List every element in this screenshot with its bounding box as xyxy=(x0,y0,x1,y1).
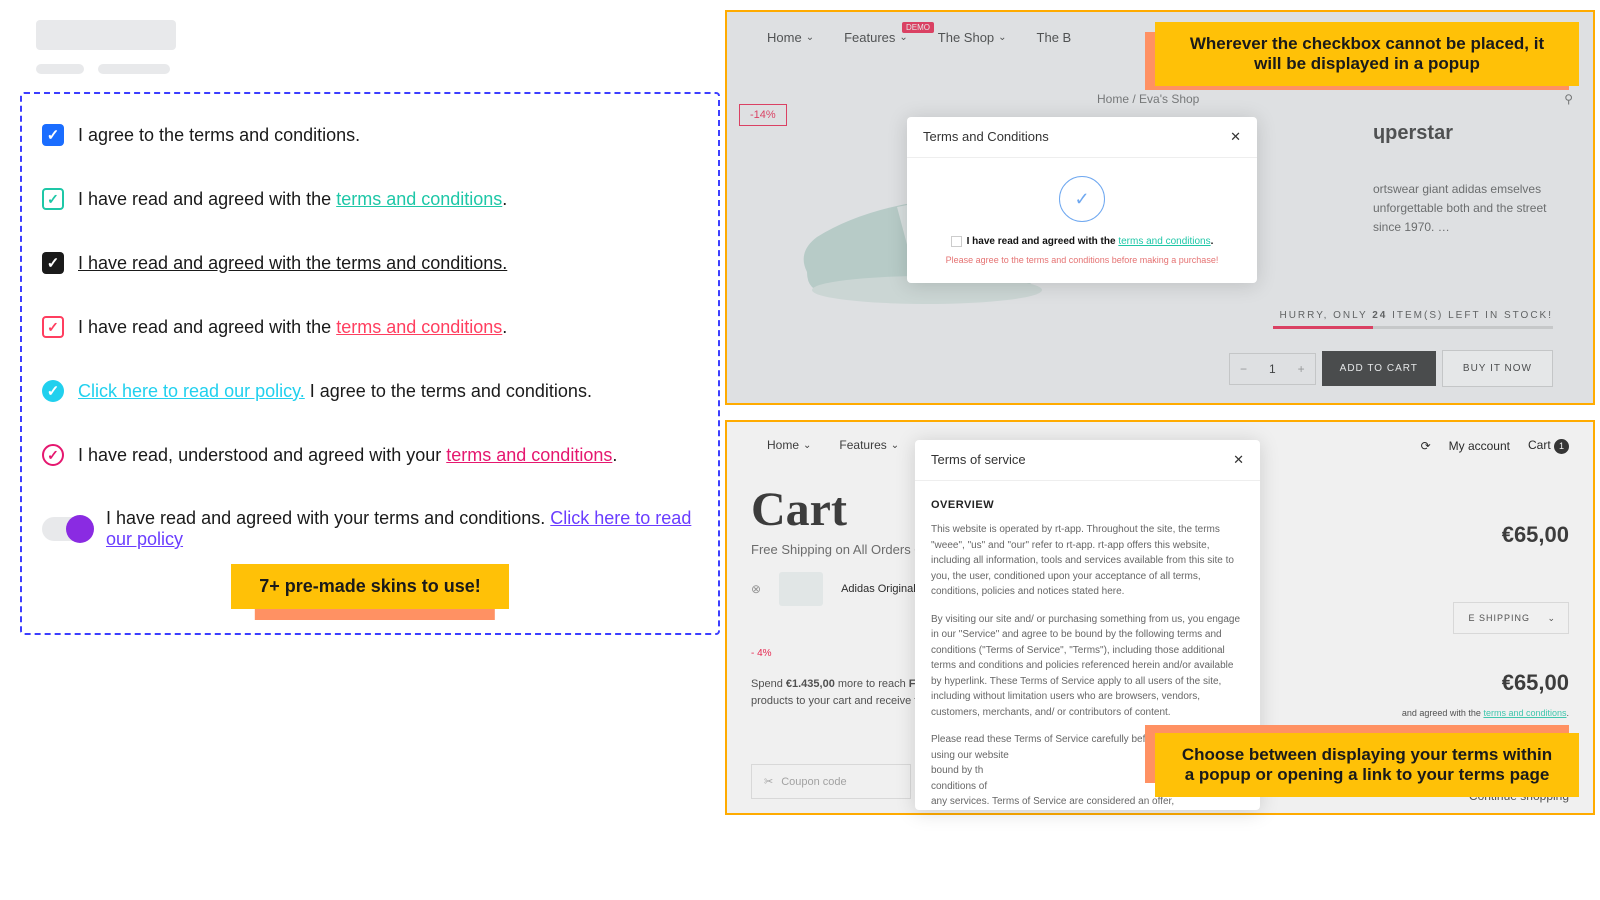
checkbox-teal[interactable] xyxy=(42,188,64,210)
policy-link[interactable]: Click here to read our policy. xyxy=(78,381,305,401)
annotation-top: Wherever the checkbox cannot be placed, … xyxy=(1155,22,1579,86)
toggle-switch[interactable] xyxy=(42,517,92,541)
close-icon[interactable]: ✕ xyxy=(1230,129,1241,145)
popup-title: Terms of service xyxy=(931,452,1026,468)
terms-link[interactable]: terms and conditions xyxy=(336,189,502,209)
screenshot-terms-popup: Home Features The Sh ⟳ My account Cart 1… xyxy=(725,420,1595,815)
placeholder-lines xyxy=(36,64,720,74)
skin-text: I have read, understood and agreed with … xyxy=(78,445,617,466)
skin-text: I agree to the terms and conditions. xyxy=(78,125,360,146)
screenshot-popup-demo: Home Features The Shop The B DEMO Home /… xyxy=(725,10,1595,405)
checkbox-cyan-round[interactable] xyxy=(42,380,64,402)
popup-error: Please agree to the terms and conditions… xyxy=(925,255,1239,265)
checkbox-magenta-ring[interactable] xyxy=(42,444,64,466)
skin-text: I have read and agreed with the terms an… xyxy=(78,253,507,274)
popup-checkbox[interactable] xyxy=(951,236,962,247)
callout-skins: 7+ pre-made skins to use! xyxy=(231,564,509,609)
skin-text: Click here to read our policy. I agree t… xyxy=(78,381,592,402)
checkbox-red[interactable] xyxy=(42,316,64,338)
terms-popup: Terms and Conditions ✕ ✓ I have read and… xyxy=(907,117,1257,283)
terms-link[interactable]: terms and conditions xyxy=(446,445,612,465)
popup-title: Terms and Conditions xyxy=(923,129,1049,145)
skin-text: I have read and agreed with the terms an… xyxy=(78,317,507,338)
skin-text: I have read and agreed with your terms a… xyxy=(106,508,698,550)
popup-cb-text: I have read and agreed with the terms an… xyxy=(967,236,1214,247)
close-icon[interactable]: ✕ xyxy=(1233,452,1244,468)
checkbox-black[interactable] xyxy=(42,252,64,274)
placeholder-block xyxy=(36,20,176,50)
skins-showcase: I agree to the terms and conditions. I h… xyxy=(20,92,720,635)
skin-text: I have read and agreed with the terms an… xyxy=(78,189,507,210)
check-ring-icon: ✓ xyxy=(1059,176,1105,222)
checkbox-blue[interactable] xyxy=(42,124,64,146)
annotation-bottom: Choose between displaying your terms wit… xyxy=(1155,733,1579,797)
terms-link[interactable]: terms and conditions xyxy=(1118,236,1210,247)
terms-link[interactable]: terms and conditions xyxy=(336,317,502,337)
